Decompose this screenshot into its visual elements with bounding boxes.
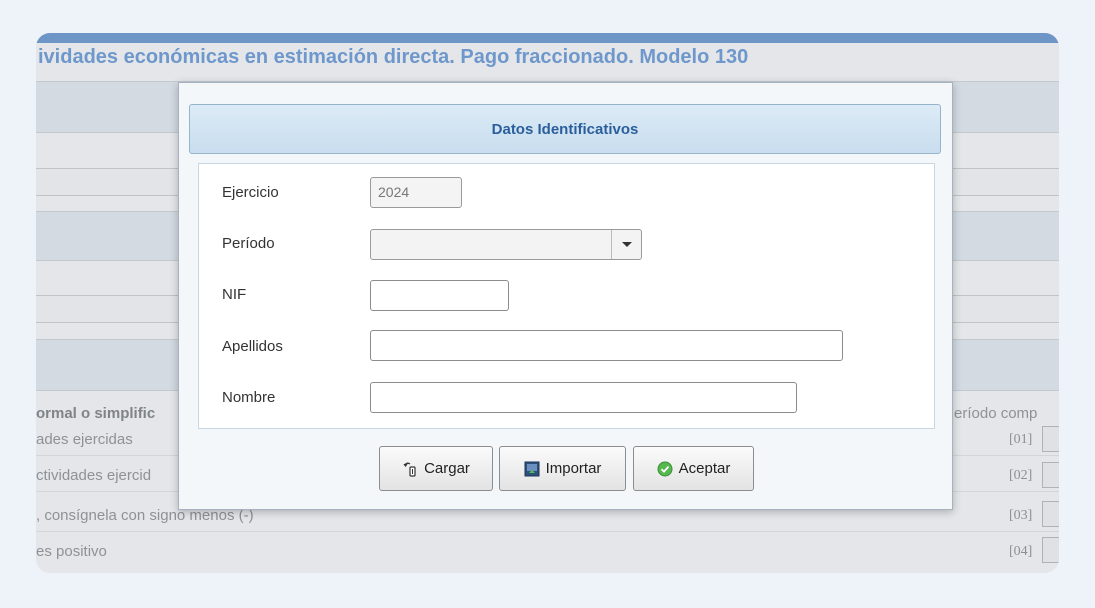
- periodo-value: [371, 230, 611, 259]
- row-label: ades ejercidas: [36, 431, 133, 448]
- period-header: eríodo comp: [954, 405, 1038, 422]
- datos-identificativos-dialog: Datos Identificativos Ejercicio 2024 Per…: [178, 82, 953, 510]
- trash-load-icon: [403, 462, 416, 477]
- row-code: [03]: [1009, 508, 1033, 523]
- check-icon: [657, 461, 673, 476]
- cargar-label: Cargar: [424, 460, 470, 477]
- row-label: es positivo: [36, 543, 107, 560]
- nombre-input[interactable]: [370, 382, 797, 413]
- section-label: ormal o simplific: [36, 405, 156, 422]
- periodo-label: Período: [222, 235, 275, 252]
- nif-label: NIF: [222, 286, 247, 303]
- import-icon: [524, 461, 540, 476]
- dialog-title: Datos Identificativos: [491, 120, 639, 138]
- ejercicio-field: 2024: [370, 177, 462, 208]
- row-label: ctividades ejercid: [36, 467, 152, 484]
- dialog-footer: Cargar Importar Aceptar: [179, 431, 952, 509]
- ejercicio-label: Ejercicio: [222, 184, 279, 201]
- apellidos-input[interactable]: [370, 330, 843, 361]
- row-code: [01]: [1009, 432, 1033, 447]
- row-code: [02]: [1009, 468, 1033, 483]
- importar-button[interactable]: Importar: [499, 446, 626, 491]
- nombre-label: Nombre: [222, 389, 276, 406]
- form-title: ividades económicas en estimación direct…: [38, 46, 749, 68]
- row-input[interactable]: [1042, 501, 1059, 527]
- row-code: [04]: [1009, 544, 1033, 559]
- chevron-down-icon[interactable]: [611, 230, 641, 259]
- topbar: [36, 33, 1059, 43]
- row-input[interactable]: [1042, 537, 1059, 563]
- row-input[interactable]: [1042, 462, 1059, 488]
- dialog-body: Ejercicio 2024 Período NIF Apellidos Nom…: [198, 163, 935, 429]
- aceptar-button[interactable]: Aceptar: [633, 446, 754, 491]
- periodo-select[interactable]: [370, 229, 642, 260]
- row-input[interactable]: [1042, 426, 1059, 452]
- row-separator: [36, 531, 1059, 532]
- cargar-button[interactable]: Cargar: [379, 446, 493, 491]
- nif-input[interactable]: [370, 280, 509, 311]
- importar-label: Importar: [545, 460, 602, 477]
- apellidos-label: Apellidos: [222, 338, 283, 355]
- aceptar-label: Aceptar: [678, 460, 731, 477]
- dialog-header: Datos Identificativos: [189, 104, 941, 154]
